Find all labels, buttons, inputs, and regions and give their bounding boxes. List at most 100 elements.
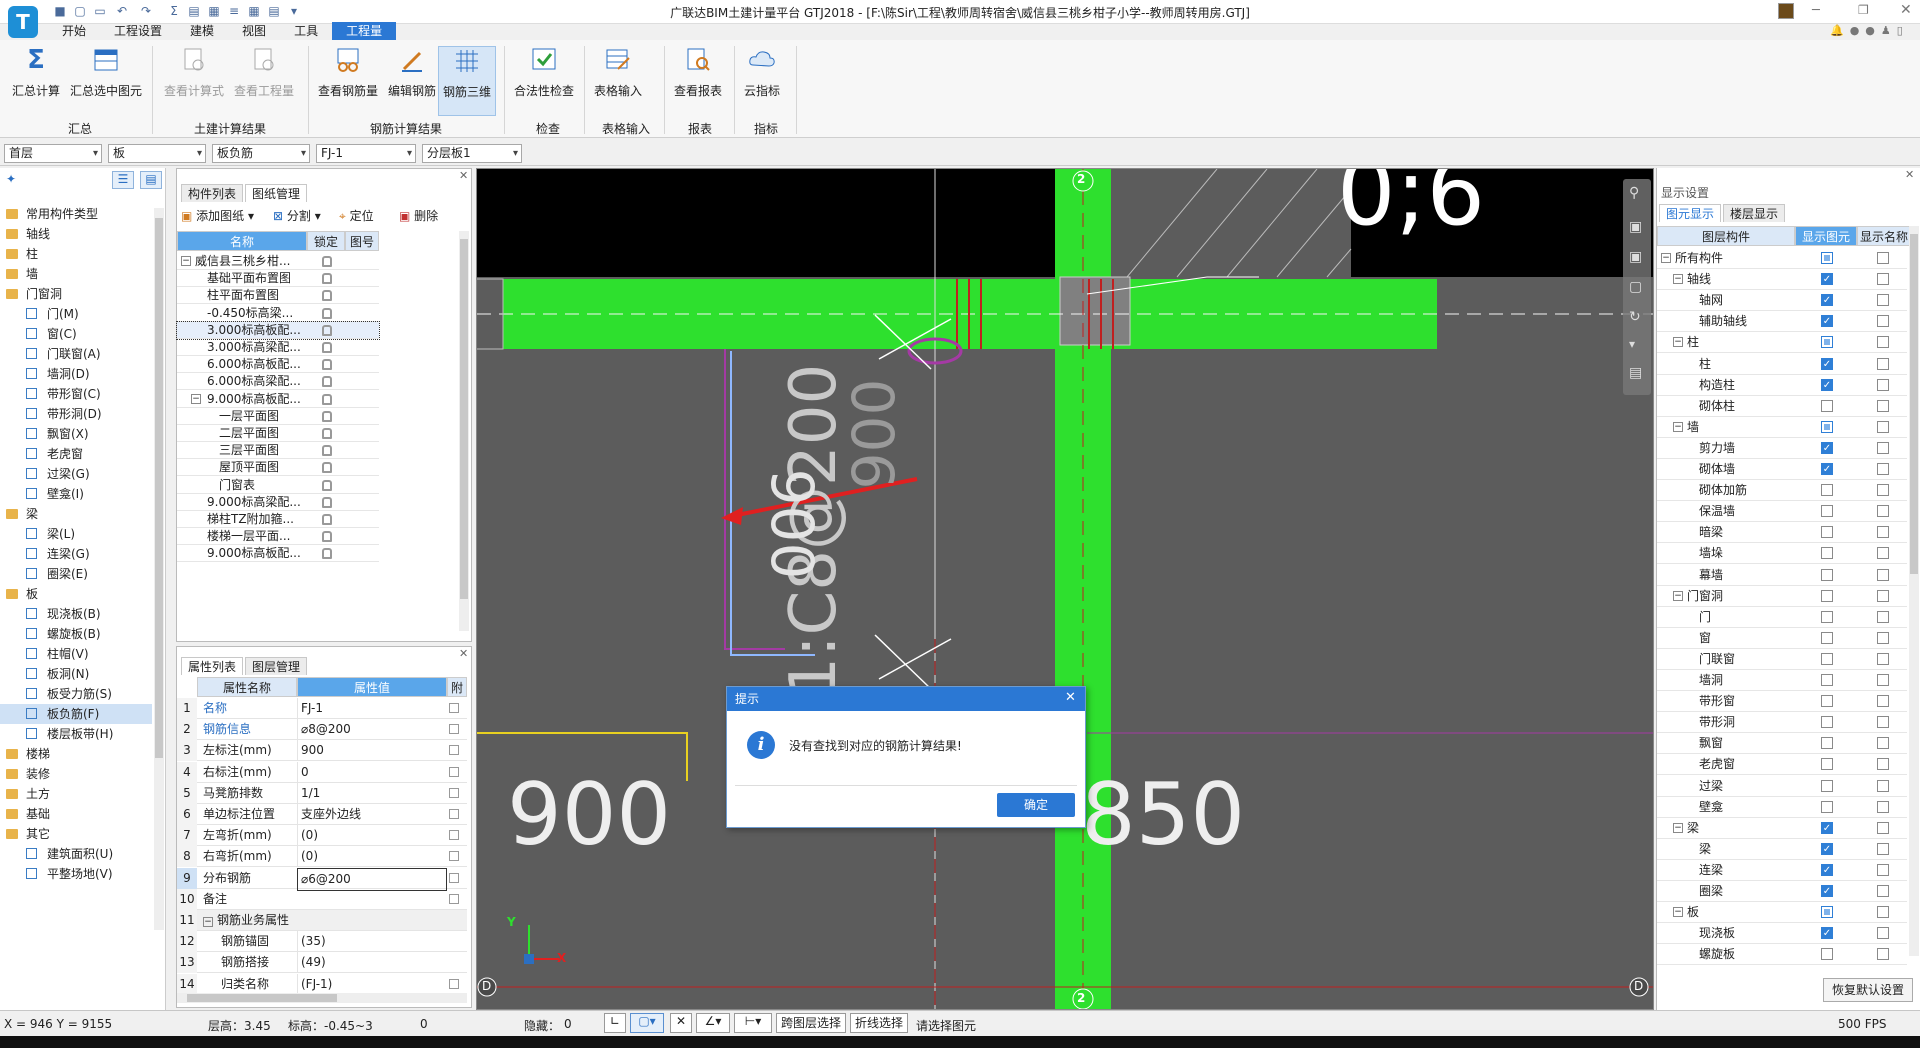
nav-item[interactable]: 板洞(N) [0, 664, 152, 684]
nav-scrollbar[interactable] [154, 208, 164, 930]
nav-item[interactable]: 板负筋(F) [0, 704, 152, 724]
show-element-checkbox[interactable] [1821, 399, 1833, 412]
save-icon[interactable]: ■ [52, 3, 68, 19]
lock-icon[interactable] [322, 359, 332, 371]
property-row[interactable]: 3 左标注(mm) 900 [177, 740, 467, 762]
show-element-checkbox[interactable] [1821, 652, 1833, 665]
tab-floor-display[interactable]: 楼层显示 [1723, 204, 1786, 222]
lock-icon[interactable] [322, 256, 332, 267]
lock-icon[interactable] [322, 273, 332, 285]
drawing-row[interactable]: 6.000标高梁配... [177, 373, 379, 391]
nav-item[interactable]: 门窗洞 [0, 284, 152, 304]
show-element-checkbox[interactable]: ✓ [1821, 273, 1833, 286]
display-row[interactable]: 砌体加筋 [1657, 480, 1907, 502]
drawing-row[interactable]: − 威信县三桃乡柑... [177, 253, 379, 270]
show-element-checkbox[interactable] [1821, 547, 1833, 560]
collapse-icon[interactable]: − [181, 256, 191, 266]
drawing-row[interactable]: 楼梯一层平面... [177, 528, 379, 546]
show-name-checkbox[interactable] [1877, 652, 1889, 665]
show-element-checkbox[interactable] [1821, 336, 1833, 349]
attach-checkbox[interactable] [449, 872, 459, 883]
nav-item[interactable]: 柱帽(V) [0, 644, 152, 664]
drawing-row[interactable]: 柱平面布置图 [177, 287, 379, 305]
show-name-checkbox[interactable] [1877, 885, 1889, 897]
attach-checkbox[interactable] [449, 893, 459, 904]
lock-icon[interactable] [322, 479, 332, 491]
attach-checkbox[interactable] [449, 978, 459, 989]
property-row[interactable]: 13 钢筋搭接 (49) [177, 952, 467, 974]
drawing-row[interactable]: 梯柱TZ附加箍... [177, 511, 379, 528]
show-name-checkbox[interactable] [1877, 821, 1889, 834]
display-row[interactable]: 圈梁 ✓ [1657, 881, 1907, 902]
tree-view-icon[interactable]: ▤ [140, 171, 162, 189]
select-mode-icon[interactable]: ▢▾ [630, 1013, 664, 1033]
show-element-checkbox[interactable] [1821, 695, 1833, 708]
display-row[interactable]: 剪力墙 ✓ [1657, 438, 1907, 459]
show-name-checkbox[interactable] [1877, 315, 1889, 328]
col-number[interactable]: 图号 [345, 231, 379, 251]
cross-layer-select-button[interactable]: 跨图层选择 [776, 1013, 846, 1033]
display-row[interactable]: − 板 [1657, 902, 1907, 924]
show-name-checkbox[interactable] [1877, 505, 1889, 518]
property-row[interactable]: 12 钢筋锚固 (35) [177, 931, 467, 953]
show-name-checkbox[interactable] [1877, 547, 1889, 560]
drawing-scroll-thumb[interactable] [460, 239, 468, 599]
nav-item[interactable]: 轴线 [0, 224, 152, 244]
show-name-checkbox[interactable] [1877, 294, 1889, 307]
show-name-checkbox[interactable] [1877, 800, 1889, 813]
show-element-checkbox[interactable]: ✓ [1821, 441, 1833, 454]
property-value-field[interactable]: (0) [297, 825, 447, 847]
nav-item[interactable]: 带形洞(D) [0, 404, 152, 424]
view-quantity-button[interactable]: 查看工程量 [230, 46, 298, 116]
lock-icon[interactable] [322, 342, 332, 353]
show-element-checkbox[interactable] [1821, 610, 1833, 623]
show-name-checkbox[interactable] [1877, 779, 1889, 792]
locate-button[interactable]: ⌖ 定位 [339, 207, 374, 225]
search-view-icon[interactable]: ⚲ [1629, 185, 1639, 201]
collapse-icon[interactable]: − [1673, 907, 1683, 918]
property-value-field[interactable]: ⌀8@200 [297, 719, 447, 741]
table-icon[interactable]: ▦ [206, 3, 222, 19]
show-name-checkbox[interactable] [1877, 863, 1889, 876]
show-element-checkbox[interactable] [1821, 505, 1833, 518]
display-row[interactable]: − 柱 [1657, 332, 1907, 354]
attach-checkbox[interactable] [449, 830, 459, 841]
nav-item[interactable]: 壁龛(I) [0, 484, 152, 504]
show-name-checkbox[interactable] [1877, 948, 1889, 961]
show-name-checkbox[interactable] [1877, 273, 1889, 286]
drawing-row[interactable]: 3.000标高板配... [176, 320, 380, 340]
show-element-checkbox[interactable]: ✓ [1821, 294, 1833, 307]
show-name-checkbox[interactable] [1877, 252, 1889, 264]
attach-checkbox[interactable] [449, 766, 459, 777]
drawing-row[interactable]: 一层平面图 [177, 408, 379, 425]
col-name[interactable]: 名称 [177, 231, 307, 251]
lock-icon[interactable] [322, 445, 332, 457]
display-row[interactable]: 暗梁 [1657, 522, 1907, 544]
display-row[interactable]: 过梁 [1657, 776, 1907, 797]
lock-icon[interactable] [322, 307, 332, 319]
drawing-row[interactable]: 屋顶平面图 [177, 459, 379, 477]
show-element-checkbox[interactable] [1821, 779, 1833, 792]
show-name-checkbox[interactable] [1877, 758, 1889, 771]
dialog-close-button[interactable]: ✕ [1065, 690, 1076, 705]
collapse-icon[interactable]: − [1673, 421, 1683, 432]
show-element-checkbox[interactable] [1821, 420, 1833, 433]
drawing-row[interactable]: −9.000标高板配... [177, 391, 379, 408]
lock-icon[interactable] [322, 428, 332, 439]
nav-item[interactable]: 装修 [0, 764, 152, 784]
nav-scroll-thumb[interactable] [155, 218, 163, 758]
drawing-row[interactable]: 基础平面布置图 [177, 270, 379, 288]
property-value-field[interactable]: 1/1 [297, 782, 447, 804]
show-name-checkbox[interactable] [1877, 399, 1889, 412]
open-folder-icon[interactable]: ▭ [92, 3, 108, 19]
display-row[interactable]: − 梁 ✓ [1657, 818, 1907, 839]
property-hscroll-thumb[interactable] [187, 994, 337, 1002]
close-icon[interactable]: ✕ [459, 169, 468, 182]
menu-view[interactable]: 视图 [228, 22, 280, 40]
show-element-checkbox[interactable] [1821, 252, 1833, 264]
view-rebar-button[interactable]: 查看钢筋量 [314, 46, 382, 116]
drawing-row[interactable]: -0.450标高梁... [177, 305, 379, 322]
show-element-checkbox[interactable] [1821, 716, 1833, 729]
collapse-icon[interactable]: − [1673, 337, 1683, 348]
nav-item[interactable]: 过梁(G) [0, 464, 152, 484]
